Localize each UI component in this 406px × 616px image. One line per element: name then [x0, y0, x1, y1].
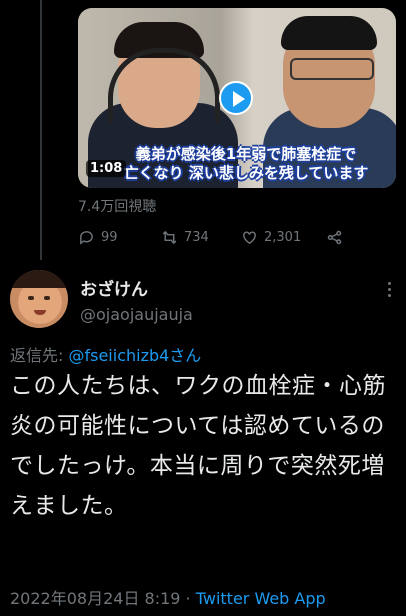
reply-button[interactable]: 99 [78, 229, 118, 246]
video-caption-line2: 亡くなり 深い悲しみを残しています [123, 164, 369, 182]
heart-icon [243, 231, 256, 245]
avatar-eye-right [44, 296, 50, 300]
video-caption: 義弟が感染後1年弱で肺塞栓症で 亡くなり 深い悲しみを残しています [100, 145, 392, 183]
reply-to-line: 返信先: @fseiichizb4さん [10, 342, 201, 366]
author-display-name[interactable]: おざけん [80, 275, 148, 300]
tweet-meta: 2022年08月24日 8:19 · Twitter Web App [10, 585, 326, 609]
more-options-icon[interactable] [388, 282, 392, 298]
avatar[interactable] [10, 270, 68, 328]
reply-icon [80, 231, 93, 245]
retweet-count: 734 [184, 230, 209, 245]
avatar-eye-left [28, 296, 34, 300]
video-player[interactable]: 義弟が感染後1年弱で肺塞栓症で 亡くなり 深い悲しみを残しています 1:08 [78, 8, 396, 188]
thread-connector-line [40, 0, 42, 260]
reply-to-link[interactable]: @fseiichizb4さん [68, 346, 201, 365]
share-icon [327, 230, 342, 245]
retweet-icon [162, 230, 177, 245]
reply-to-prefix: 返信先: [10, 346, 69, 365]
meta-separator: · [180, 589, 196, 608]
tweet-actions: 99 734 2,301 [78, 229, 378, 249]
video-duration: 1:08 [86, 160, 127, 177]
like-button[interactable]: 2,301 [241, 229, 301, 246]
tweet-timestamp[interactable]: 2022年08月24日 8:19 [10, 589, 180, 608]
avatar-hair [10, 270, 68, 288]
glasses-icon [290, 58, 374, 80]
share-button[interactable] [326, 229, 343, 246]
tweet-body: この人たちは、ワクの血栓症・心筋炎の可能性については認めているのでしたっけ。本当… [10, 373, 386, 519]
view-count: 7.4万回視聴 [78, 199, 157, 215]
play-icon[interactable] [219, 81, 253, 115]
video-person-right-hair [281, 16, 377, 50]
tweet-source-app[interactable]: Twitter Web App [196, 589, 326, 608]
video-caption-line1: 義弟が感染後1年弱で肺塞栓症で [135, 145, 357, 163]
reply-count: 99 [101, 230, 118, 245]
like-count: 2,301 [264, 230, 302, 245]
retweet-button[interactable]: 734 [161, 229, 209, 246]
author-handle[interactable]: @ojaojaujauja [80, 305, 193, 324]
